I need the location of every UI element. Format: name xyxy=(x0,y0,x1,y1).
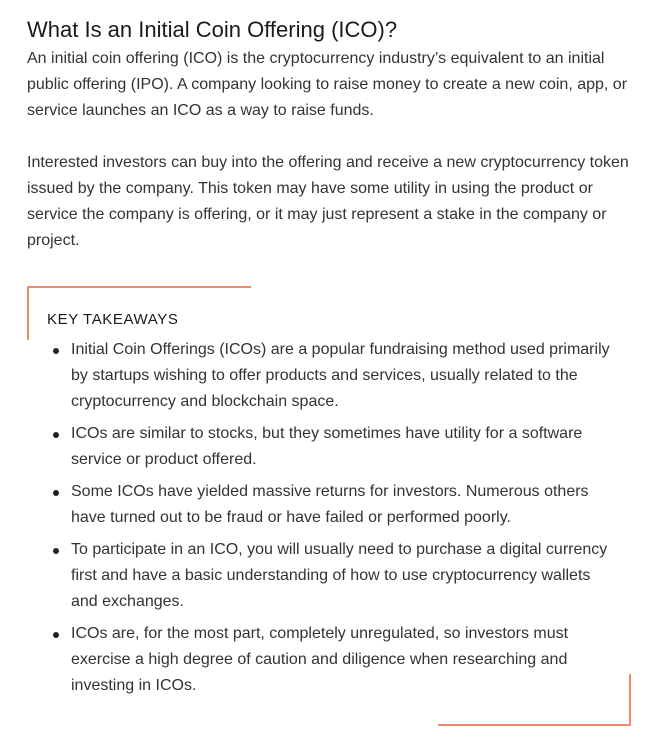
list-item-text: Some ICOs have yielded massive returns f… xyxy=(71,483,589,526)
list-item: To participate in an ICO, you will usual… xyxy=(50,537,610,615)
list-item: Initial Coin Offerings (ICOs) are a popu… xyxy=(50,337,610,415)
accent-border-bottom-right-horizontal xyxy=(438,724,631,726)
key-takeaways-box: KEY TAKEAWAYS Initial Coin Offerings (IC… xyxy=(27,286,631,726)
article: What Is an Initial Coin Offering (ICO)? … xyxy=(27,0,632,254)
bullet-icon xyxy=(53,632,59,638)
investor-paragraph: Interested investors can buy into the of… xyxy=(27,154,629,249)
accent-border-bottom-right-vertical xyxy=(629,674,631,726)
list-item-text: ICOs are, for the most part, completely … xyxy=(71,625,569,694)
list-item: ICOs are similar to stocks, but they som… xyxy=(50,421,610,473)
article-title: What Is an Initial Coin Offering (ICO)? xyxy=(27,17,398,42)
accent-border-top-left-vertical xyxy=(27,286,29,340)
list-item: Some ICOs have yielded massive returns f… xyxy=(50,479,610,531)
accent-border-top-left-horizontal xyxy=(27,286,251,288)
bullet-icon xyxy=(53,490,59,496)
key-takeaways-heading: KEY TAKEAWAYS xyxy=(47,311,179,328)
bullet-icon xyxy=(53,348,59,354)
list-item: ICOs are, for the most part, completely … xyxy=(50,621,610,699)
list-item-text: Initial Coin Offerings (ICOs) are a popu… xyxy=(71,341,610,410)
bullet-icon xyxy=(53,548,59,554)
intro-paragraph: An initial coin offering (ICO) is the cr… xyxy=(27,50,628,119)
bullet-icon xyxy=(53,432,59,438)
list-item-text: To participate in an ICO, you will usual… xyxy=(71,541,608,610)
list-item-text: ICOs are similar to stocks, but they som… xyxy=(71,425,583,468)
key-takeaways-list: Initial Coin Offerings (ICOs) are a popu… xyxy=(50,337,610,705)
